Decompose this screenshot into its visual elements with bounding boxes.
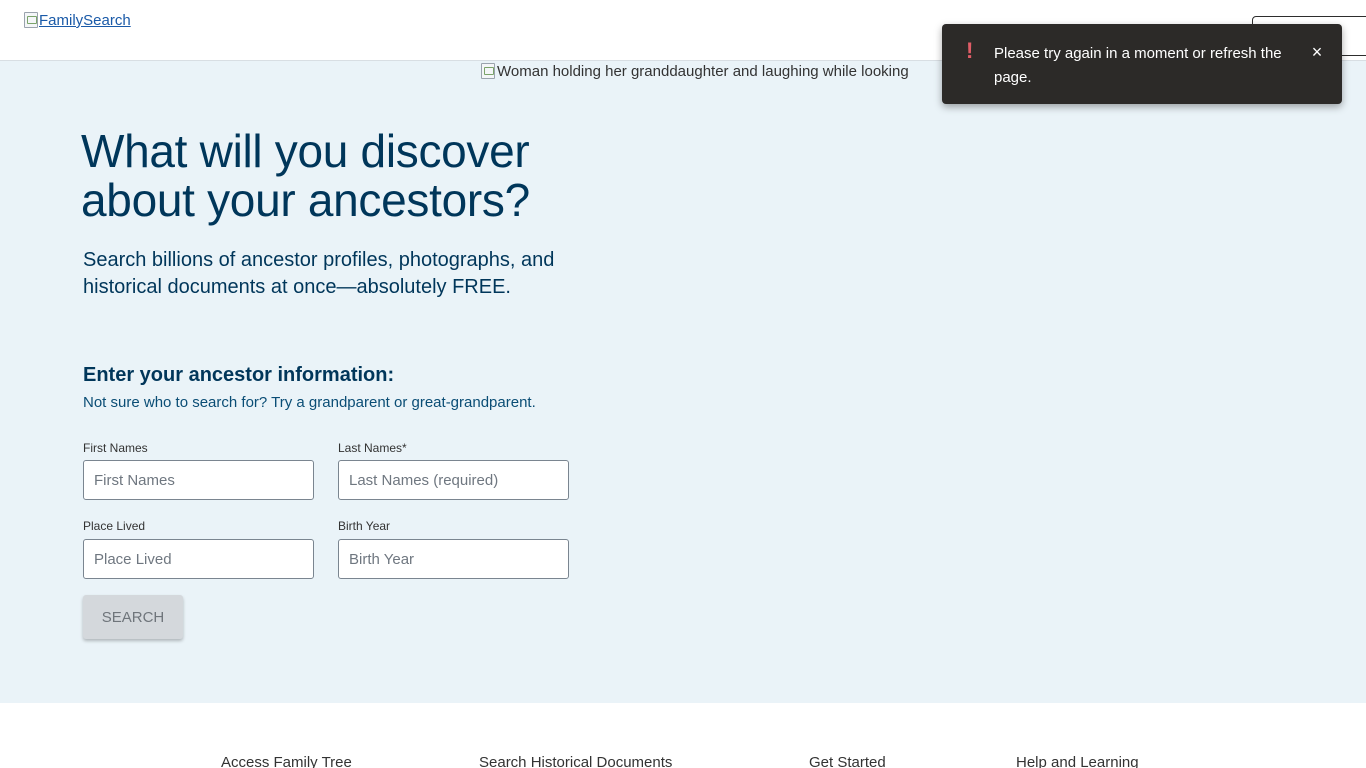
toast-message: Please try again in a moment or refresh … bbox=[994, 45, 1282, 86]
form-hint: Not sure who to search for? Try a grandp… bbox=[83, 394, 536, 411]
footer-link-help-and-learning[interactable]: Help and Learning bbox=[1016, 754, 1139, 768]
broken-image-icon bbox=[24, 12, 38, 28]
last-names-label: Last Names* bbox=[338, 441, 407, 455]
footer-link-access-family-tree[interactable]: Access Family Tree bbox=[221, 754, 352, 768]
hero-image-alt-text: Woman holding her granddaughter and laug… bbox=[497, 63, 909, 80]
hero-section: Woman holding her granddaughter and laug… bbox=[0, 61, 1366, 703]
footer-nav: Access Family Tree Search Historical Doc… bbox=[0, 703, 1366, 768]
last-names-input[interactable] bbox=[338, 460, 569, 500]
page-headline: What will you discover about your ancest… bbox=[81, 125, 530, 226]
hero-image: Woman holding her granddaughter and laug… bbox=[481, 63, 951, 80]
birth-year-label: Birth Year bbox=[338, 519, 391, 533]
logo-alt-text: FamilySearch bbox=[39, 12, 131, 29]
familysearch-logo-link[interactable]: FamilySearch bbox=[24, 12, 131, 29]
first-names-label: First Names bbox=[83, 441, 148, 455]
close-icon[interactable]: × bbox=[1308, 43, 1326, 61]
form-title: Enter your ancestor information: bbox=[83, 364, 395, 386]
birth-year-input[interactable] bbox=[338, 539, 569, 579]
footer-link-get-started[interactable]: Get Started bbox=[809, 754, 886, 768]
search-button[interactable]: SEARCH bbox=[83, 595, 183, 639]
footer-link-search-historical-documents[interactable]: Search Historical Documents bbox=[479, 754, 672, 768]
page-subheadline: Search billions of ancestor profiles, ph… bbox=[83, 249, 555, 298]
exclamation-icon: ! bbox=[966, 38, 974, 63]
broken-image-icon bbox=[481, 63, 495, 79]
place-lived-label: Place Lived bbox=[83, 519, 146, 533]
first-names-input[interactable] bbox=[83, 460, 314, 500]
error-toast: ! Please try again in a moment or refres… bbox=[942, 24, 1342, 104]
place-lived-input[interactable] bbox=[83, 539, 314, 579]
